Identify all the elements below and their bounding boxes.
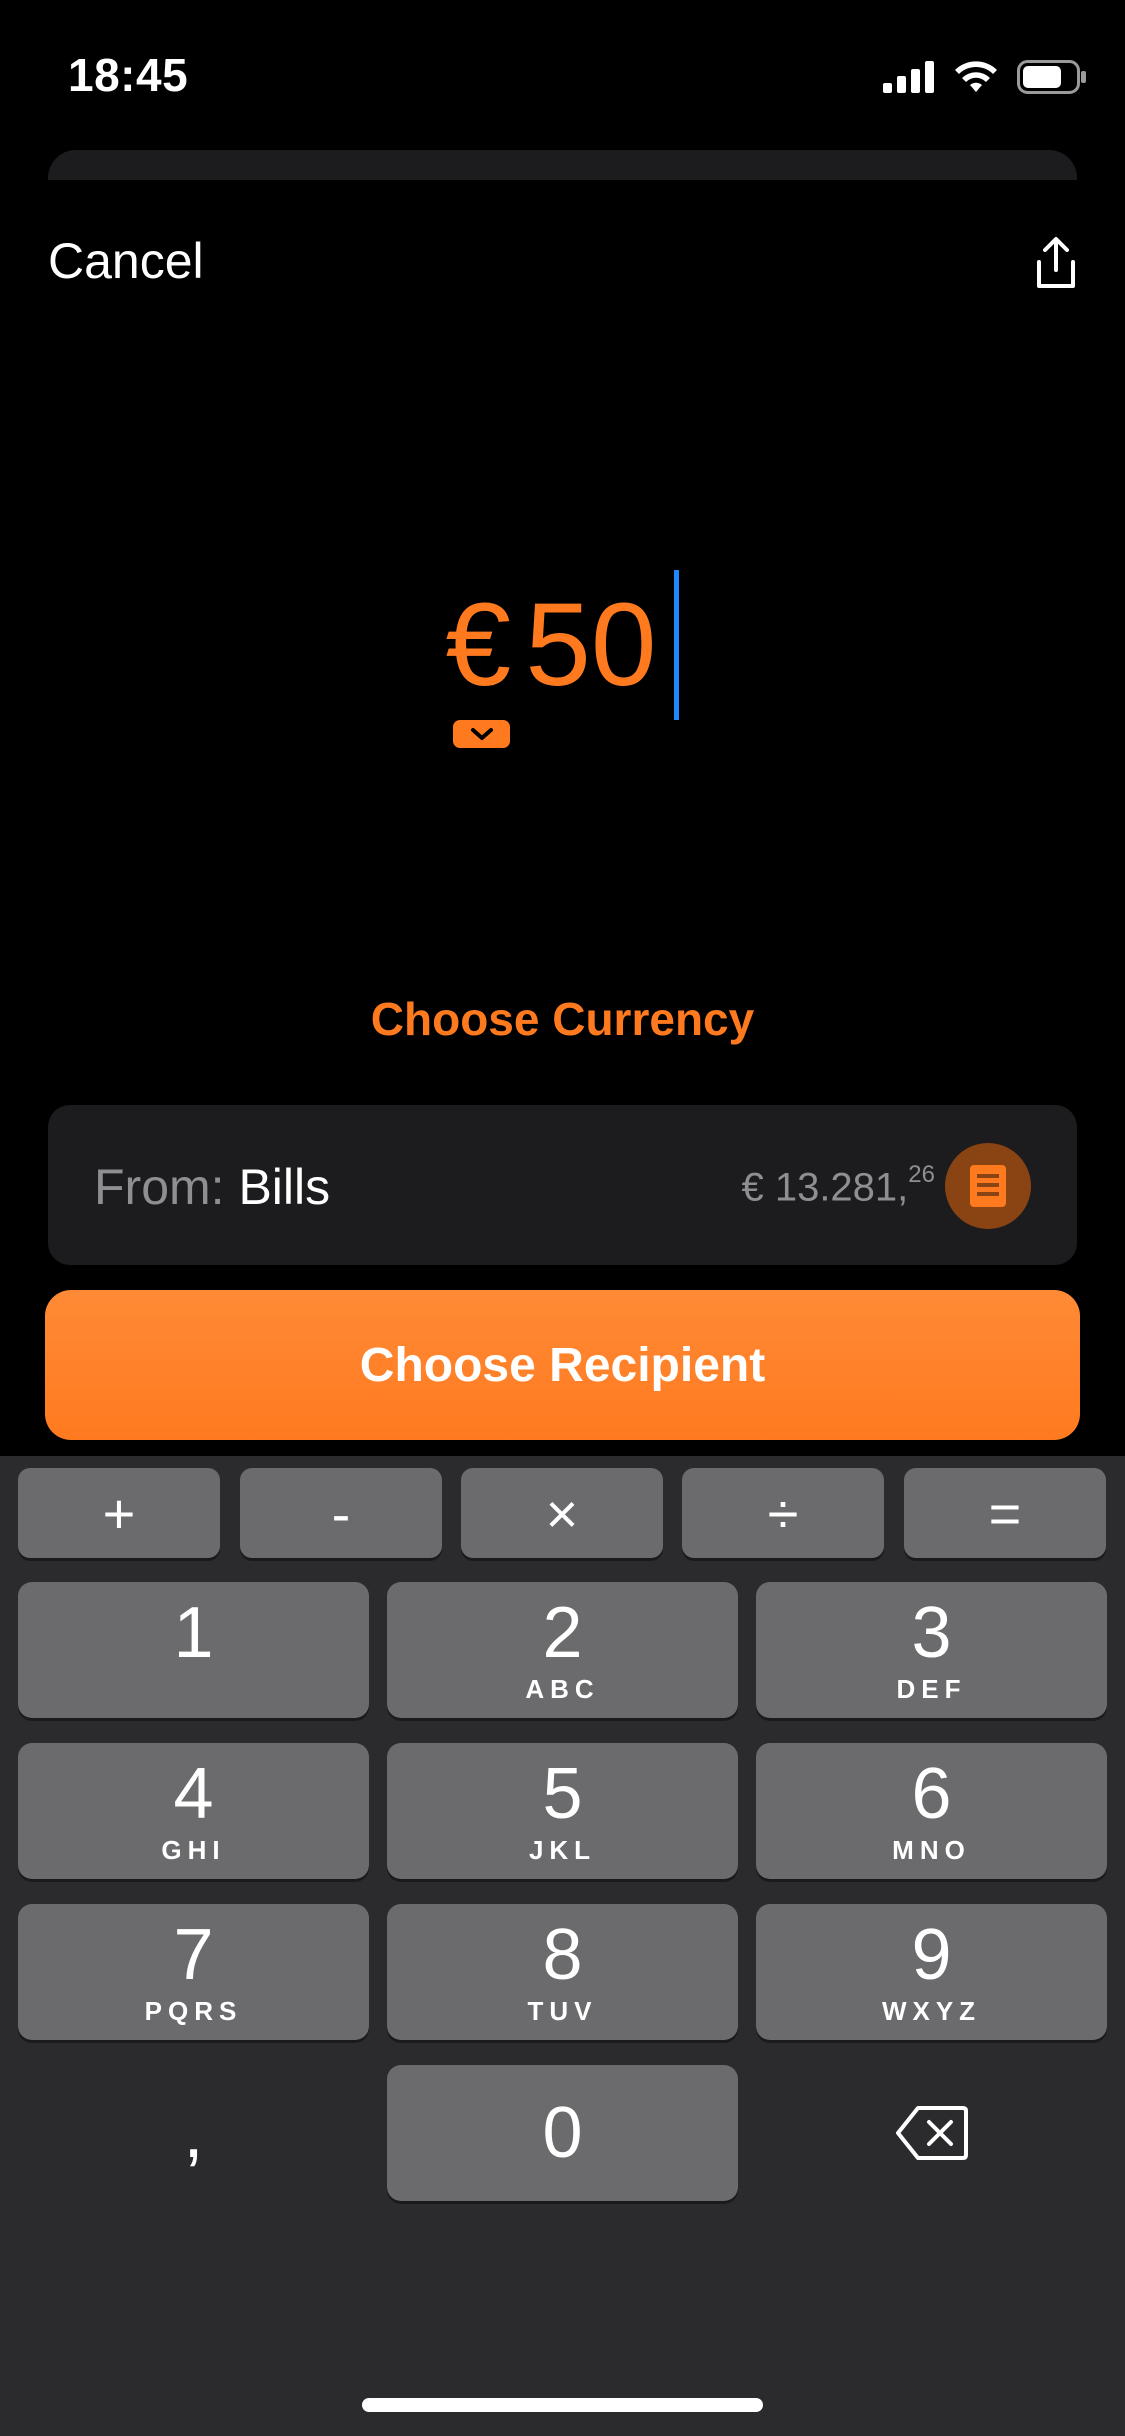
chevron-down-icon	[470, 728, 493, 740]
key-letters: WXYZ	[881, 1996, 982, 2026]
key-letters: MNO	[892, 1835, 971, 1865]
key-letters: PQRS	[144, 1996, 243, 2026]
from-account-name: Bills	[238, 1159, 331, 1215]
key-digit: 1	[173, 1593, 214, 1673]
from-prefix: From:	[94, 1159, 225, 1215]
key-digit: 5	[542, 1754, 583, 1834]
key-7[interactable]: 7 PQRS	[18, 1904, 369, 2040]
balance-main: € 13.281,	[741, 1165, 909, 1210]
key-letters: GHI	[161, 1835, 226, 1865]
text-cursor	[674, 570, 680, 720]
key-letters: DEF	[896, 1674, 967, 1704]
from-account-label: From: Bills	[94, 1158, 330, 1216]
currency-symbol: €	[445, 579, 512, 711]
account-balance: € 13.281,26	[741, 1161, 935, 1210]
choose-currency-button[interactable]: Choose Currency	[0, 992, 1125, 1046]
multiply-key[interactable]: ×	[461, 1468, 663, 1558]
amount-display[interactable]: € 50	[0, 570, 1125, 720]
backspace-icon	[895, 2106, 968, 2160]
key-1[interactable]: 1	[18, 1582, 369, 1718]
key-6[interactable]: 6 MNO	[756, 1743, 1107, 1879]
sheet-top-edge	[48, 150, 1077, 180]
account-icon	[945, 1143, 1031, 1229]
share-button[interactable]	[1031, 236, 1081, 290]
cellular-signal-icon	[883, 61, 934, 93]
key-digit: 2	[542, 1593, 583, 1673]
key-letters: TUV	[527, 1996, 598, 2026]
divide-key[interactable]: ÷	[682, 1468, 884, 1558]
key-2[interactable]: 2 ABC	[387, 1582, 738, 1718]
key-letters: ABC	[525, 1674, 600, 1704]
minus-key[interactable]: -	[240, 1468, 442, 1558]
key-digit: 0	[542, 2093, 583, 2173]
status-icons	[883, 60, 1087, 94]
key-digit: 7	[173, 1915, 214, 1995]
key-4[interactable]: 4 GHI	[18, 1743, 369, 1879]
key-letters: JKL	[528, 1835, 597, 1865]
cancel-button[interactable]: Cancel	[48, 232, 204, 290]
key-9[interactable]: 9 WXYZ	[756, 1904, 1107, 2040]
key-0[interactable]: 0	[387, 2065, 738, 2201]
key-digit: 6	[911, 1754, 952, 1834]
backspace-key[interactable]	[756, 2065, 1107, 2201]
document-list-icon	[970, 1165, 1006, 1207]
status-time: 18:45	[68, 49, 189, 101]
amount-value: 50	[525, 579, 657, 711]
key-digit: 4	[173, 1754, 214, 1834]
key-digit: 8	[542, 1915, 583, 1995]
wifi-icon	[955, 61, 997, 92]
battery-icon	[1017, 60, 1086, 94]
key-digit: 3	[911, 1593, 952, 1673]
home-indicator	[362, 2398, 763, 2412]
key-digit: 9	[911, 1915, 952, 1995]
choose-recipient-button[interactable]: Choose Recipient	[45, 1290, 1080, 1440]
equals-key[interactable]: =	[904, 1468, 1106, 1558]
key-5[interactable]: 5 JKL	[387, 1743, 738, 1879]
key-3[interactable]: 3 DEF	[756, 1582, 1107, 1718]
share-icon	[1037, 237, 1075, 288]
decimal-separator-key[interactable]: ,	[18, 2065, 369, 2201]
currency-dropdown-button[interactable]	[453, 720, 510, 748]
plus-key[interactable]: +	[18, 1468, 220, 1558]
balance-cents: 26	[908, 1161, 935, 1188]
key-8[interactable]: 8 TUV	[387, 1904, 738, 2040]
